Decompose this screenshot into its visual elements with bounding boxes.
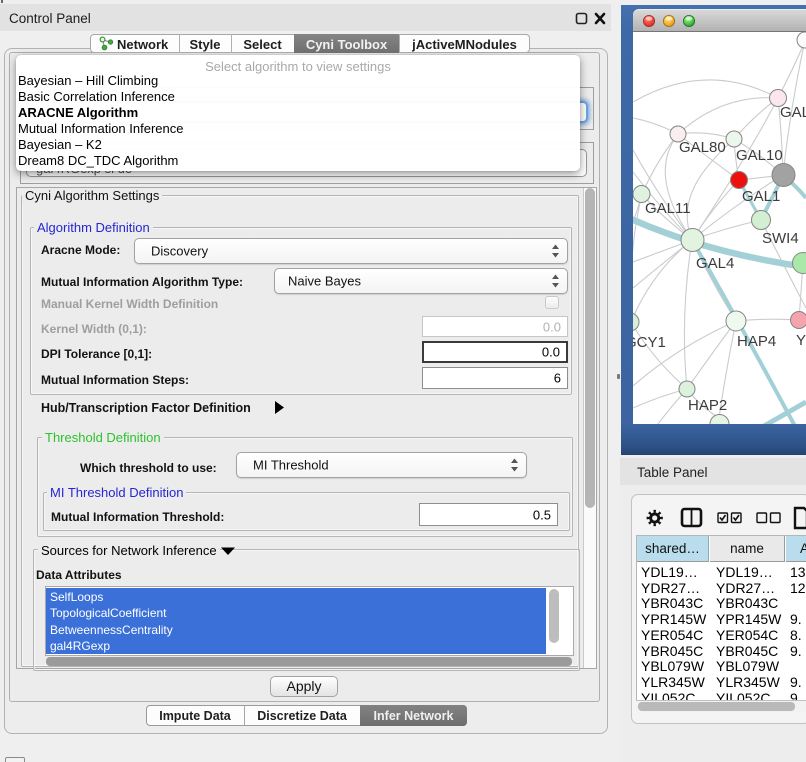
- svg-text:GAL1: GAL1: [742, 188, 780, 205]
- svg-text:HAP2: HAP2: [688, 397, 727, 414]
- svg-text:GAL11: GAL11: [645, 200, 691, 217]
- svg-text:GCY1: GCY1: [633, 334, 666, 351]
- svg-text:GAL4: GAL4: [696, 255, 734, 272]
- svg-text:GAL10: GAL10: [736, 147, 783, 164]
- svg-text:HAP4: HAP4: [737, 333, 776, 350]
- svg-text:Y: Y: [796, 332, 806, 349]
- svg-text:GAL2: GAL2: [780, 104, 806, 121]
- svg-text:GAL80: GAL80: [679, 139, 726, 156]
- svg-text:SWI4: SWI4: [762, 230, 799, 247]
